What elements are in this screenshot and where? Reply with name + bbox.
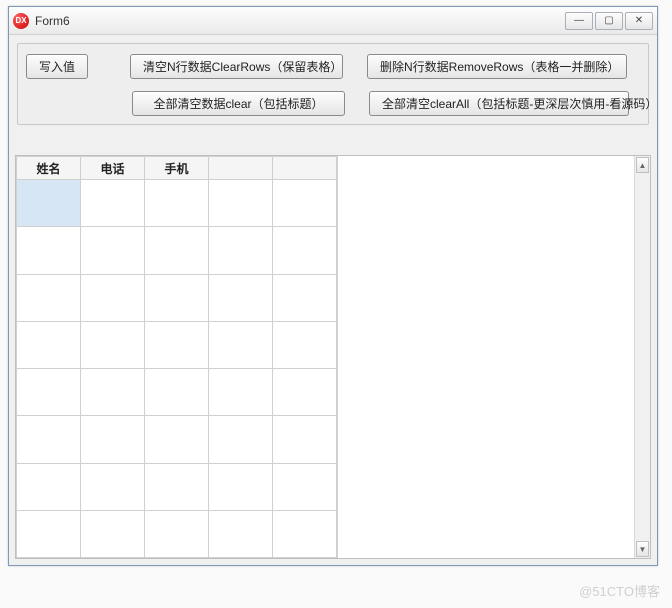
table-row: [17, 369, 337, 416]
scroll-track[interactable]: [635, 174, 650, 540]
grid-cell[interactable]: [17, 274, 81, 321]
grid-header[interactable]: [209, 157, 273, 180]
grid-cell[interactable]: [145, 180, 209, 227]
grid-header-row: 姓名 电话 手机: [17, 157, 337, 180]
grid-cell[interactable]: [145, 274, 209, 321]
watermark-text: @51CTO博客: [579, 581, 660, 600]
grid-header[interactable]: [273, 157, 337, 180]
grid-cell[interactable]: [17, 510, 81, 557]
grid-cell[interactable]: [17, 180, 81, 227]
app-icon: DX: [13, 13, 29, 29]
toolbar-row-2: 全部清空数据clear（包括标题） 全部清空clearAll（包括标题-更深层次…: [26, 91, 640, 116]
grid-cell[interactable]: [145, 227, 209, 274]
table-row: [17, 510, 337, 557]
grid-cell[interactable]: [209, 180, 273, 227]
grid-cell[interactable]: [273, 369, 337, 416]
vertical-scrollbar[interactable]: ▲ ▼: [634, 156, 650, 558]
grid-cell[interactable]: [17, 416, 81, 463]
window-title: Form6: [35, 14, 565, 28]
grid-cell[interactable]: [81, 510, 145, 557]
grid-cell[interactable]: [273, 180, 337, 227]
remove-rows-button[interactable]: 删除N行数据RemoveRows（表格一并删除）: [367, 54, 627, 79]
grid-cell[interactable]: [209, 369, 273, 416]
grid-header[interactable]: 手机: [145, 157, 209, 180]
data-grid[interactable]: 姓名 电话 手机: [16, 156, 337, 558]
grid-cell[interactable]: [145, 510, 209, 557]
clear-rows-button[interactable]: 清空N行数据ClearRows（保留表格）: [130, 54, 343, 79]
grid-cell[interactable]: [17, 321, 81, 368]
grid-cell[interactable]: [81, 227, 145, 274]
toolbar-row-1: 写入值 清空N行数据ClearRows（保留表格） 删除N行数据RemoveRo…: [26, 54, 640, 79]
grid-cell[interactable]: [81, 369, 145, 416]
grid-header[interactable]: 电话: [81, 157, 145, 180]
scroll-down-icon[interactable]: ▼: [636, 541, 649, 557]
clear-all-data-button[interactable]: 全部清空数据clear（包括标题）: [132, 91, 345, 116]
grid-cell[interactable]: [273, 321, 337, 368]
grid-cell[interactable]: [81, 321, 145, 368]
table-row: [17, 463, 337, 510]
grid-cell[interactable]: [17, 369, 81, 416]
table-row: [17, 180, 337, 227]
grid-header[interactable]: 姓名: [17, 157, 81, 180]
toolbar-panel: 写入值 清空N行数据ClearRows（保留表格） 删除N行数据RemoveRo…: [17, 43, 649, 125]
table-row: [17, 416, 337, 463]
grid-cell[interactable]: [273, 274, 337, 321]
grid-container: 姓名 电话 手机 ▲ ▼: [15, 155, 651, 559]
grid-cell[interactable]: [145, 321, 209, 368]
grid-cell[interactable]: [145, 416, 209, 463]
grid-cell[interactable]: [17, 227, 81, 274]
grid-cell[interactable]: [81, 416, 145, 463]
table-row: [17, 227, 337, 274]
grid-cell[interactable]: [273, 416, 337, 463]
grid-cell[interactable]: [145, 369, 209, 416]
grid-cell[interactable]: [81, 463, 145, 510]
grid-cell[interactable]: [273, 463, 337, 510]
grid-cell[interactable]: [145, 463, 209, 510]
grid-cell[interactable]: [209, 416, 273, 463]
window-controls: — ▢ ✕: [565, 12, 653, 30]
write-value-button[interactable]: 写入值: [26, 54, 88, 79]
close-button[interactable]: ✕: [625, 12, 653, 30]
scroll-up-icon[interactable]: ▲: [636, 157, 649, 173]
clear-all-button[interactable]: 全部清空clearAll（包括标题-更深层次慎用-看源码）: [369, 91, 629, 116]
grid-cell[interactable]: [81, 180, 145, 227]
grid-cell[interactable]: [17, 463, 81, 510]
table-row: [17, 274, 337, 321]
grid-cell[interactable]: [209, 227, 273, 274]
table-row: [17, 321, 337, 368]
grid-cell[interactable]: [209, 274, 273, 321]
grid-empty-area: [337, 156, 634, 558]
form-window: DX Form6 — ▢ ✕ 写入值 清空N行数据ClearRows（保留表格）…: [8, 6, 658, 566]
maximize-button[interactable]: ▢: [595, 12, 623, 30]
grid-cell[interactable]: [273, 510, 337, 557]
grid-cell[interactable]: [273, 227, 337, 274]
minimize-button[interactable]: —: [565, 12, 593, 30]
grid-cell[interactable]: [209, 510, 273, 557]
titlebar: DX Form6 — ▢ ✕: [9, 7, 657, 35]
grid-cell[interactable]: [209, 321, 273, 368]
grid-cell[interactable]: [81, 274, 145, 321]
grid-cell[interactable]: [209, 463, 273, 510]
